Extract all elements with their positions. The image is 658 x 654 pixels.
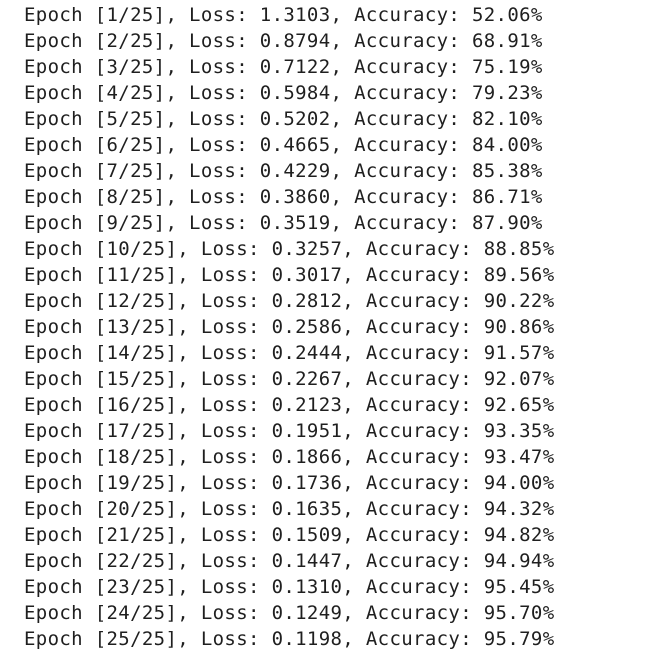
log-line-epoch-13: Epoch [13/25], Loss: 0.2586, Accuracy: 9… (24, 316, 555, 338)
log-line-epoch-20: Epoch [20/25], Loss: 0.1635, Accuracy: 9… (24, 498, 555, 520)
log-lines: Epoch [1/25], Loss: 1.3103, Accuracy: 52… (0, 0, 658, 652)
log-line-epoch-1: Epoch [1/25], Loss: 1.3103, Accuracy: 52… (24, 4, 543, 26)
log-line-epoch-5: Epoch [5/25], Loss: 0.5202, Accuracy: 82… (24, 108, 543, 130)
log-line-epoch-18: Epoch [18/25], Loss: 0.1866, Accuracy: 9… (24, 446, 555, 468)
log-line-epoch-2: Epoch [2/25], Loss: 0.8794, Accuracy: 68… (24, 30, 543, 52)
log-line-epoch-21: Epoch [21/25], Loss: 0.1509, Accuracy: 9… (24, 524, 555, 546)
log-line-epoch-16: Epoch [16/25], Loss: 0.2123, Accuracy: 9… (24, 394, 555, 416)
log-line-epoch-25: Epoch [25/25], Loss: 0.1198, Accuracy: 9… (24, 628, 555, 650)
log-line-epoch-23: Epoch [23/25], Loss: 0.1310, Accuracy: 9… (24, 576, 555, 598)
log-line-epoch-15: Epoch [15/25], Loss: 0.2267, Accuracy: 9… (24, 368, 555, 390)
log-line-epoch-6: Epoch [6/25], Loss: 0.4665, Accuracy: 84… (24, 134, 543, 156)
training-log-output: Epoch [1/25], Loss: 1.3103, Accuracy: 52… (0, 0, 658, 654)
log-line-epoch-3: Epoch [3/25], Loss: 0.7122, Accuracy: 75… (24, 56, 543, 78)
log-line-epoch-7: Epoch [7/25], Loss: 0.4229, Accuracy: 85… (24, 160, 543, 182)
log-line-epoch-8: Epoch [8/25], Loss: 0.3860, Accuracy: 86… (24, 186, 543, 208)
log-line-epoch-11: Epoch [11/25], Loss: 0.3017, Accuracy: 8… (24, 264, 555, 286)
log-line-epoch-22: Epoch [22/25], Loss: 0.1447, Accuracy: 9… (24, 550, 555, 572)
log-line-epoch-10: Epoch [10/25], Loss: 0.3257, Accuracy: 8… (24, 238, 555, 260)
log-line-epoch-19: Epoch [19/25], Loss: 0.1736, Accuracy: 9… (24, 472, 555, 494)
log-line-epoch-4: Epoch [4/25], Loss: 0.5984, Accuracy: 79… (24, 82, 543, 104)
log-line-epoch-14: Epoch [14/25], Loss: 0.2444, Accuracy: 9… (24, 342, 555, 364)
log-line-epoch-17: Epoch [17/25], Loss: 0.1951, Accuracy: 9… (24, 420, 555, 442)
log-line-epoch-24: Epoch [24/25], Loss: 0.1249, Accuracy: 9… (24, 602, 555, 624)
log-line-epoch-9: Epoch [9/25], Loss: 0.3519, Accuracy: 87… (24, 212, 543, 234)
log-line-epoch-12: Epoch [12/25], Loss: 0.2812, Accuracy: 9… (24, 290, 555, 312)
